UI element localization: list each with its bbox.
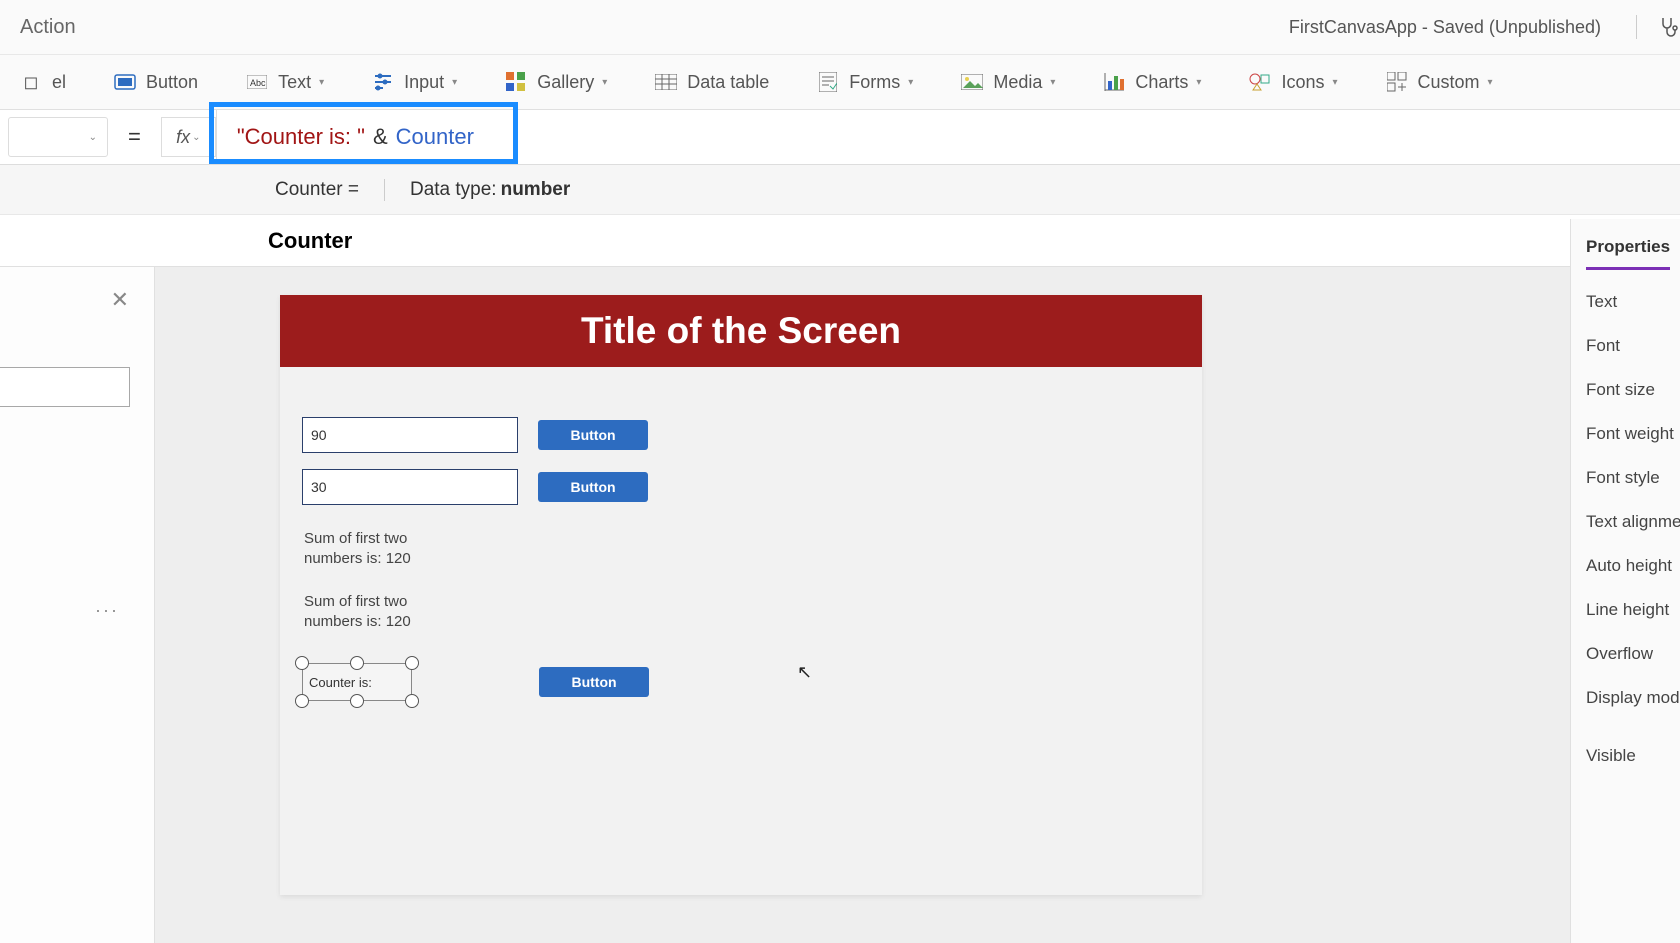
selected-control-name: Counter	[268, 228, 352, 254]
formula-string: "Counter is: "	[237, 124, 365, 150]
text-input-1[interactable]	[302, 417, 518, 453]
prop-font-size[interactable]: Font size	[1586, 380, 1680, 400]
chevron-down-icon: ▾	[908, 77, 913, 88]
ribbon-forms[interactable]: Forms▾	[817, 71, 913, 93]
chevron-down-icon: ▾	[1332, 77, 1337, 88]
prop-display-mode[interactable]: Display mod	[1586, 688, 1680, 708]
ribbon-icons[interactable]: Icons▾	[1249, 71, 1337, 93]
breadcrumb: Counter	[0, 215, 1680, 267]
selected-control[interactable]: Counter is:	[302, 663, 412, 701]
ribbon-input[interactable]: Input▾	[372, 71, 457, 93]
sum-label-2: Sum of first two numbers is: 120	[304, 592, 434, 631]
ribbon-media[interactable]: Media▾	[961, 71, 1055, 93]
prop-auto-height[interactable]: Auto height	[1586, 556, 1680, 576]
resize-handle[interactable]	[350, 694, 364, 708]
ribbon-button[interactable]: Button	[114, 71, 198, 93]
resize-handle[interactable]	[295, 694, 309, 708]
chevron-down-icon: ▾	[452, 77, 457, 88]
text-icon: Abc	[246, 71, 268, 93]
tree-view-panel: ✕ ···	[0, 267, 155, 943]
menu-action[interactable]: Action	[20, 16, 76, 39]
datatype-label: Data type:	[410, 179, 497, 201]
prop-text[interactable]: Text	[1586, 292, 1680, 312]
resize-handle[interactable]	[405, 694, 419, 708]
ribbon-custom[interactable]: Custom▾	[1386, 71, 1493, 93]
input-icon	[372, 71, 394, 93]
table-icon	[655, 71, 677, 93]
title-bar: Action FirstCanvasApp - Saved (Unpublish…	[0, 0, 1680, 55]
equals-sign: =	[128, 124, 141, 150]
chevron-down-icon: ▾	[1050, 77, 1055, 88]
ribbon-datatable[interactable]: Data table	[655, 71, 769, 93]
resize-handle[interactable]	[405, 656, 419, 670]
custom-icon	[1386, 71, 1408, 93]
fx-button[interactable]: fx⌄	[161, 117, 216, 157]
button-3[interactable]: Button	[539, 667, 649, 697]
text-input-2[interactable]	[302, 469, 518, 505]
formula-result-bar: Counter = Data type: number	[0, 165, 1680, 215]
sum-label-1: Sum of first two numbers is: 120	[304, 529, 434, 568]
datatype-value: number	[501, 179, 571, 201]
screen-title-label: Title of the Screen	[280, 295, 1202, 367]
label-icon: ◻	[20, 71, 42, 93]
property-selector[interactable]: ⌄	[8, 117, 108, 157]
chevron-down-icon: ▾	[1196, 77, 1201, 88]
chevron-down-icon: ▾	[1488, 77, 1493, 88]
forms-icon	[817, 71, 839, 93]
prop-font-style[interactable]: Font style	[1586, 468, 1680, 488]
app-title-status: FirstCanvasApp - Saved (Unpublished)	[1289, 17, 1601, 38]
ribbon: ◻el Button AbcText▾ Input▾ Gallery▾ Data…	[0, 55, 1680, 110]
formula-bar: ⌄ = fx⌄ "Counter is: " & Counter	[0, 110, 1680, 165]
more-icon[interactable]: ···	[95, 600, 119, 621]
ribbon-gallery[interactable]: Gallery▾	[505, 71, 607, 93]
tree-search-input[interactable]	[0, 367, 130, 407]
properties-panel: Properties Text Font Font size Font weig…	[1570, 219, 1680, 943]
button-icon	[114, 71, 136, 93]
formula-input[interactable]: "Counter is: " & Counter	[216, 110, 1680, 164]
svg-text:Abc: Abc	[250, 78, 266, 88]
icons-icon	[1249, 71, 1271, 93]
app-checker-icon[interactable]	[1636, 15, 1660, 39]
app-canvas[interactable]: Title of the Screen Button Button Sum of…	[280, 295, 1202, 895]
ribbon-charts[interactable]: Charts▾	[1103, 71, 1201, 93]
resize-handle[interactable]	[350, 656, 364, 670]
variable-eval: Counter =	[275, 179, 385, 201]
properties-tab[interactable]: Properties	[1586, 237, 1670, 270]
media-icon	[961, 71, 983, 93]
chevron-down-icon: ⌄	[89, 132, 97, 143]
close-icon[interactable]: ✕	[111, 287, 129, 313]
chevron-down-icon: ⌄	[192, 132, 200, 143]
formula-variable: Counter	[396, 124, 474, 150]
resize-handle[interactable]	[295, 656, 309, 670]
charts-icon	[1103, 71, 1125, 93]
canvas-area: Title of the Screen Button Button Sum of…	[155, 267, 1680, 943]
chevron-down-icon: ▾	[602, 77, 607, 88]
button-2[interactable]: Button	[538, 472, 648, 502]
ribbon-label[interactable]: ◻el	[20, 71, 66, 93]
prop-overflow[interactable]: Overflow	[1586, 644, 1680, 664]
chevron-down-icon: ▾	[319, 77, 324, 88]
gallery-icon	[505, 71, 527, 93]
ribbon-text[interactable]: AbcText▾	[246, 71, 324, 93]
formula-operator: &	[373, 124, 388, 150]
prop-line-height[interactable]: Line height	[1586, 600, 1680, 620]
prop-font[interactable]: Font	[1586, 336, 1680, 356]
button-1[interactable]: Button	[538, 420, 648, 450]
prop-visible[interactable]: Visible	[1586, 746, 1680, 766]
prop-text-alignment[interactable]: Text alignme	[1586, 512, 1680, 532]
prop-font-weight[interactable]: Font weight	[1586, 424, 1680, 444]
